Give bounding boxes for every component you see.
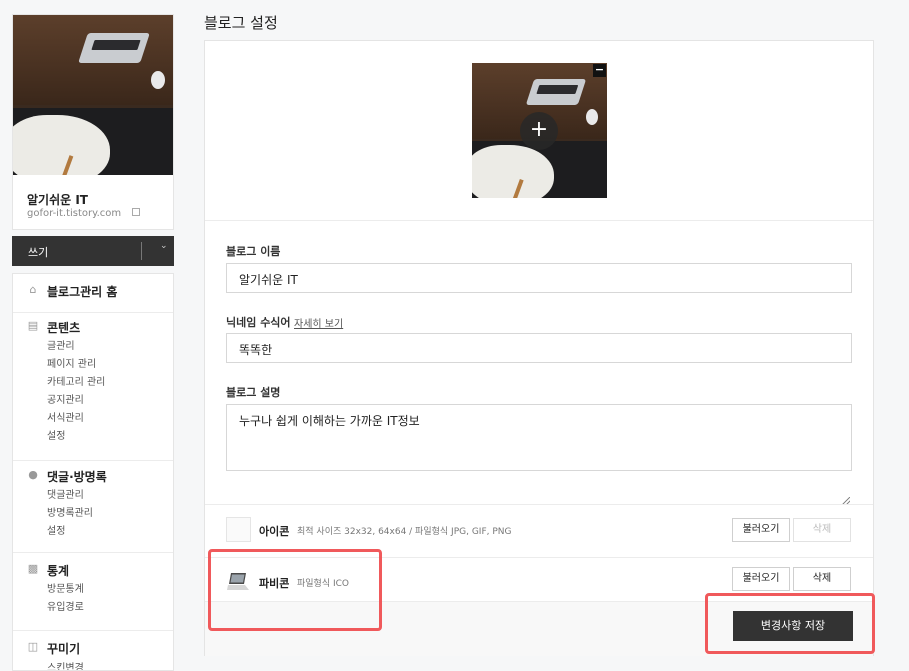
- add-image-button[interactable]: +: [520, 112, 558, 150]
- layout-icon: ◫: [27, 640, 39, 653]
- sidebar-menu: ⌂ 블로그관리 홈 ▤ 콘텐츠 글관리 페이지 관리 카테고리 관리 공지관리 …: [12, 273, 174, 671]
- menu-section-stats: ▩ 통계 방문통계 유입경로: [13, 552, 173, 631]
- sidebar-subitem-guestbook-manage[interactable]: 방명록관리: [47, 505, 93, 523]
- icon-load-button[interactable]: 불러오기: [732, 518, 790, 542]
- menu-section-home: ⌂ 블로그관리 홈: [13, 274, 173, 313]
- sidebar-subitem-visit-stats[interactable]: 방문통계: [47, 581, 84, 599]
- sidebar-subitem-content-settings[interactable]: 설정: [47, 428, 65, 446]
- icon-delete-button[interactable]: 삭제: [793, 518, 851, 542]
- blog-profile-card: 알기쉬운 IT gofor-it.tistory.com: [12, 14, 174, 230]
- nickname-input[interactable]: 똑똑한: [226, 333, 852, 363]
- speech-bubble-icon: ●: [28, 468, 38, 481]
- settings-panel: − + 블로그 이름 알기쉬운 IT 닉네임 수식어 자세히 보기 똑똑한 블로…: [204, 40, 874, 656]
- sidebar-subitem-categories[interactable]: 카테고리 관리: [47, 374, 105, 392]
- sidebar-subitem-posts[interactable]: 글관리: [47, 338, 75, 356]
- favicon-title: 파비콘: [259, 577, 290, 590]
- external-link-icon[interactable]: [132, 208, 140, 216]
- sidebar-subitem-pages[interactable]: 페이지 관리: [47, 356, 96, 374]
- icon-description: 최적 사이즈 32x32, 64x64 / 파일형식 JPG, GIF, PNG: [297, 527, 512, 537]
- menu-section-customize: ◫ 꾸미기 스킨변경: [13, 630, 173, 671]
- sidebar-subitem-comment-manage[interactable]: 댓글관리: [47, 487, 84, 505]
- nickname-detail-link[interactable]: 자세히 보기: [294, 315, 343, 330]
- description-label: 블로그 설명: [226, 386, 281, 399]
- document-icon: ▤: [27, 319, 39, 332]
- icon-title: 아이콘: [259, 525, 290, 538]
- sidebar-subitem-templates[interactable]: 서식관리: [47, 410, 84, 428]
- menu-section-content: ▤ 콘텐츠 글관리 페이지 관리 카테고리 관리 공지관리 서식관리 설정: [13, 312, 173, 461]
- write-label: 쓰기: [28, 246, 49, 259]
- nickname-label: 닉네임 수식어: [226, 316, 291, 329]
- page-title: 블로그 설정: [204, 14, 278, 32]
- sidebar-subitem-skin-change[interactable]: 스킨변경: [47, 660, 84, 670]
- sidebar-item-label: 콘텐츠: [47, 321, 81, 335]
- chevron-down-icon[interactable]: ⌄: [160, 241, 168, 251]
- icon-preview: [226, 517, 251, 542]
- menu-section-comments: ● 댓글·방명록 댓글관리 방명록관리 설정: [13, 460, 173, 553]
- favicon-load-button[interactable]: 불러오기: [732, 567, 790, 591]
- remove-image-button[interactable]: −: [593, 64, 606, 77]
- blog-cover-image[interactable]: [13, 15, 173, 175]
- sidebar-item-label: 블로그관리 홈: [47, 285, 118, 299]
- laptop-icon: [226, 569, 251, 594]
- write-button[interactable]: 쓰기 ⌄: [12, 236, 174, 266]
- blog-name-label: 블로그 이름: [226, 245, 281, 258]
- sidebar-subitem-referrers[interactable]: 유입경로: [47, 599, 84, 617]
- blog-name: 알기쉬운 IT: [27, 193, 88, 207]
- favicon-row: 파비콘 파일형식 ICO 불러오기 삭제: [205, 557, 873, 607]
- description-textarea[interactable]: 누구나 쉽게 이해하는 가까운 IT정보: [226, 404, 852, 471]
- divider: [205, 220, 873, 221]
- save-changes-button[interactable]: 변경사항 저장: [733, 611, 853, 641]
- divider: [141, 242, 142, 260]
- sidebar-subitem-notices[interactable]: 공지관리: [47, 392, 84, 410]
- sidebar-subitem-comment-settings[interactable]: 설정: [47, 523, 65, 541]
- sidebar-item-label: 꾸미기: [47, 642, 81, 656]
- favicon-delete-button[interactable]: 삭제: [793, 567, 851, 591]
- home-icon: ⌂: [29, 283, 37, 296]
- bar-chart-icon: ▩: [27, 562, 39, 575]
- sidebar-item-label: 통계: [47, 564, 70, 578]
- sidebar-item-label: 댓글·방명록: [47, 470, 107, 484]
- favicon-description: 파일형식 ICO: [297, 579, 350, 589]
- icon-row: 아이콘 최적 사이즈 32x32, 64x64 / 파일형식 JPG, GIF,…: [205, 505, 873, 555]
- blog-url-link[interactable]: gofor-it.tistory.com: [27, 208, 121, 219]
- blog-name-input[interactable]: 알기쉬운 IT: [226, 263, 852, 293]
